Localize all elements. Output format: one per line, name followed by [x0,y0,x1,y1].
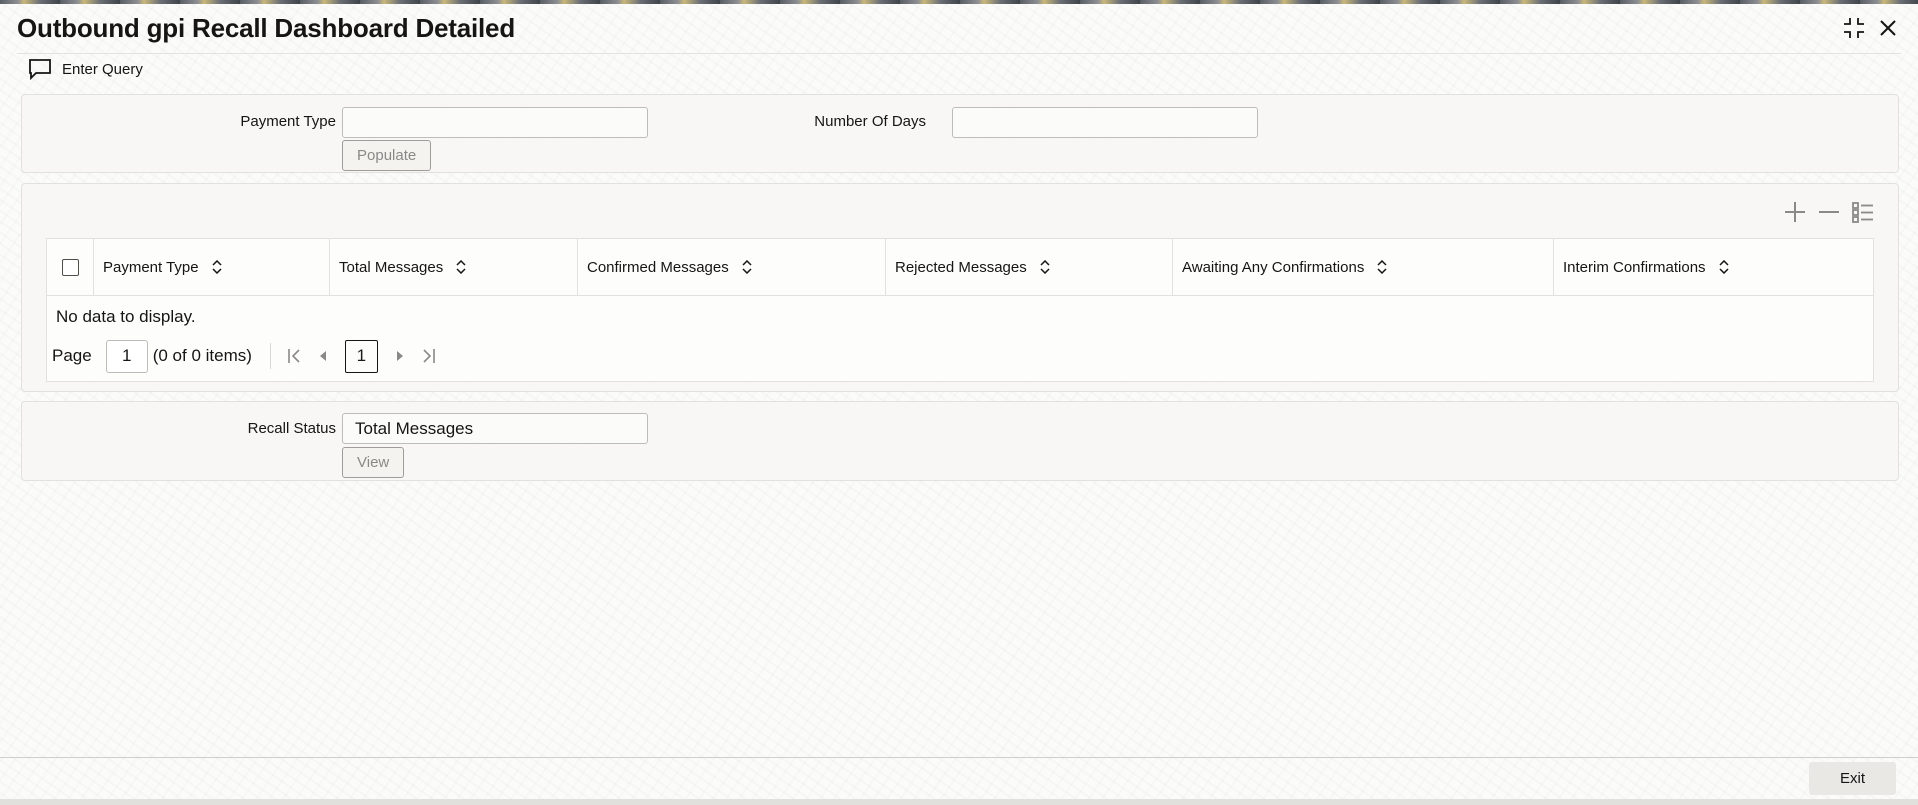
column-header-label: Total Messages [339,258,444,276]
next-page-button[interactable] [388,344,412,368]
footer-divider [0,757,1918,758]
previous-page-button[interactable] [311,344,335,368]
column-header-label: Payment Type [103,258,199,276]
chat-bubble-icon [29,59,51,80]
close-icon [1880,20,1896,36]
header-texture-strip [0,0,1918,4]
number-of-days-label: Number Of Days [814,113,926,130]
recall-status-panel: Recall Status View [21,401,1899,481]
column-header-label: Rejected Messages [895,258,1027,276]
maximize-button[interactable] [1842,16,1866,40]
recall-status-input[interactable] [342,413,648,444]
sort-updown-icon[interactable] [741,260,753,274]
page-label: Page [52,346,92,365]
single-record-view-button[interactable] [1850,199,1876,225]
payment-type-input[interactable] [342,107,648,138]
column-header-awaiting-any-confirmations[interactable]: Awaiting Any Confirmations [1173,239,1554,295]
delete-row-button[interactable] [1816,199,1842,225]
payment-type-label: Payment Type [240,113,336,130]
query-panel: Payment Type Number Of Days Populate [21,94,1899,173]
window-controls [1842,16,1900,40]
pagination: Page (0 of 0 items) 1 [52,339,442,373]
column-header-label: Interim Confirmations [1563,258,1706,276]
column-header-confirmed-messages[interactable]: Confirmed Messages [578,239,886,295]
close-button[interactable] [1876,16,1900,40]
page-number-input[interactable] [105,339,148,373]
bottom-scroll-strip [0,799,1918,805]
add-row-button[interactable] [1782,199,1808,225]
exit-button[interactable]: Exit [1809,762,1896,795]
select-all-cell [47,239,94,295]
page-title: Outbound gpi Recall Dashboard Detailed [17,13,516,43]
sort-updown-icon[interactable] [211,260,223,274]
recall-grid-panel: Payment Type Total Messages Confirmed Me… [21,183,1899,392]
sort-updown-icon[interactable] [1376,260,1388,274]
list-detail-icon [1852,202,1873,223]
chevron-left-icon [319,351,326,361]
sort-updown-icon[interactable] [1039,260,1051,274]
sort-updown-icon[interactable] [455,260,467,274]
empty-table-message: No data to display. [56,307,196,326]
first-page-icon [288,349,300,363]
column-header-payment-type[interactable]: Payment Type [94,239,330,295]
recall-status-label: Recall Status [247,420,336,437]
column-header-rejected-messages[interactable]: Rejected Messages [886,239,1173,295]
enter-query-button[interactable]: Enter Query [28,58,143,80]
current-page-button[interactable]: 1 [344,339,378,373]
sort-updown-icon[interactable] [1718,260,1730,274]
column-header-label: Confirmed Messages [587,258,729,276]
title-divider [17,53,1901,54]
enter-query-label: Enter Query [62,60,143,78]
plus-icon [1785,202,1805,222]
view-button[interactable]: View [342,447,405,478]
first-page-button[interactable] [283,344,307,368]
column-header-label: Awaiting Any Confirmations [1182,258,1365,276]
recall-table: Payment Type Total Messages Confirmed Me… [46,238,1874,382]
number-of-days-input[interactable] [952,107,1258,138]
pagination-divider [269,343,271,369]
select-all-checkbox[interactable] [61,258,79,276]
populate-button[interactable]: Populate [342,140,432,171]
maximize-icon [1844,18,1864,38]
chevron-right-icon [396,351,403,361]
table-header: Payment Type Total Messages Confirmed Me… [47,239,1873,296]
last-page-icon [423,349,435,363]
minus-icon [1819,211,1839,213]
grid-actions [1782,199,1876,225]
column-header-total-messages[interactable]: Total Messages [330,239,578,295]
column-header-interim-confirmations[interactable]: Interim Confirmations [1554,239,1873,295]
items-summary: (0 of 0 items) [152,346,252,365]
last-page-button[interactable] [416,344,440,368]
